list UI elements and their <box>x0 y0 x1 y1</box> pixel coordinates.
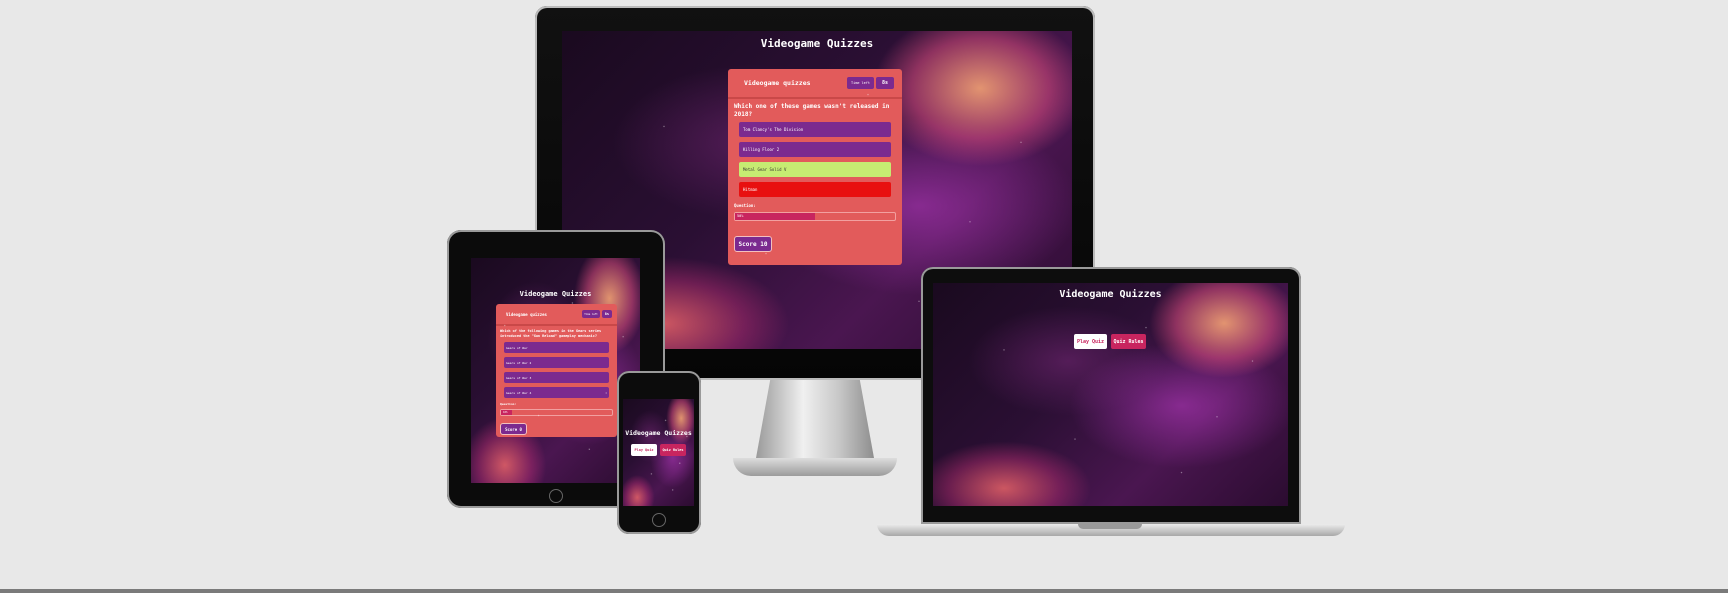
tablet-home-button[interactable] <box>549 489 563 503</box>
timer-value: 8s <box>601 310 612 318</box>
quiz-card-title: Videogame quizzes <box>506 311 547 317</box>
answer-button[interactable]: Tom Clancy's The Division <box>739 122 891 137</box>
question-counter-label: Question: <box>500 402 517 406</box>
question-counter-label: Question: <box>734 203 756 208</box>
play-quiz-button[interactable]: Play Quiz <box>631 444 657 456</box>
timer-label: Time left <box>847 77 874 89</box>
quiz-rules-button[interactable]: Quiz Rules <box>1111 334 1146 349</box>
monitor-base <box>733 458 897 476</box>
phone-screen: Videogame Quizzes Play Quiz Quiz Rules <box>623 399 694 506</box>
play-quiz-button[interactable]: Play Quiz <box>1074 334 1107 349</box>
quiz-card-header: Videogame quizzes Time left 8s <box>728 69 902 99</box>
answer-button[interactable]: Gears of War 4 <box>504 387 609 398</box>
progress-text: 50% <box>737 214 744 218</box>
quiz-card-title: Videogame quizzes <box>744 79 811 87</box>
question-text: Which one of these games wasn't released… <box>734 103 890 118</box>
phone-home-button[interactable] <box>652 513 666 527</box>
question-text: Which of the following games in the Gear… <box>500 329 602 338</box>
site-title: Videogame Quizzes <box>1059 289 1162 300</box>
site-title: Videogame Quizzes <box>519 290 592 298</box>
progress-bar: 50% <box>734 212 896 221</box>
progress-text: 10% <box>503 411 508 414</box>
answer-button[interactable]: Killing Floor 2 <box>739 142 891 157</box>
laptop-screen: Videogame Quizzes Play Quiz Quiz Rules <box>933 283 1288 506</box>
progress-bar: 10% <box>500 409 613 416</box>
answer-button[interactable]: Gears of War 2 <box>504 357 609 368</box>
laptop-notch <box>1078 524 1142 529</box>
site-title: Videogame Quizzes <box>760 37 874 50</box>
monitor-stand <box>756 380 874 458</box>
answer-button-correct[interactable]: Metal Gear Solid V <box>739 162 891 177</box>
quiz-card: Videogame quizzes Time left 8s Which one… <box>728 69 902 265</box>
score-button[interactable]: Score 10 <box>734 236 772 252</box>
progress-fill <box>501 410 513 415</box>
timer-value: 8s <box>875 77 894 89</box>
quiz-card-header: Videogame quizzes Time left 8s <box>496 304 617 326</box>
bottom-border <box>0 589 1728 593</box>
site-title: Videogame Quizzes <box>625 429 692 437</box>
quiz-rules-button[interactable]: Quiz Rules <box>660 444 686 456</box>
answer-button[interactable]: Gears of War 3 <box>504 372 609 383</box>
timer-label: Time left <box>582 310 600 318</box>
tablet-screen: Videogame Quizzes Videogame quizzes Time… <box>471 258 640 483</box>
quiz-card: Videogame quizzes Time left 8s Which of … <box>496 304 617 437</box>
progress-fill <box>735 213 815 220</box>
answer-button[interactable]: Gears of War <box>504 342 609 353</box>
score-button[interactable]: Score 0 <box>500 423 527 435</box>
answer-button-wrong[interactable]: Hitman <box>739 182 891 197</box>
